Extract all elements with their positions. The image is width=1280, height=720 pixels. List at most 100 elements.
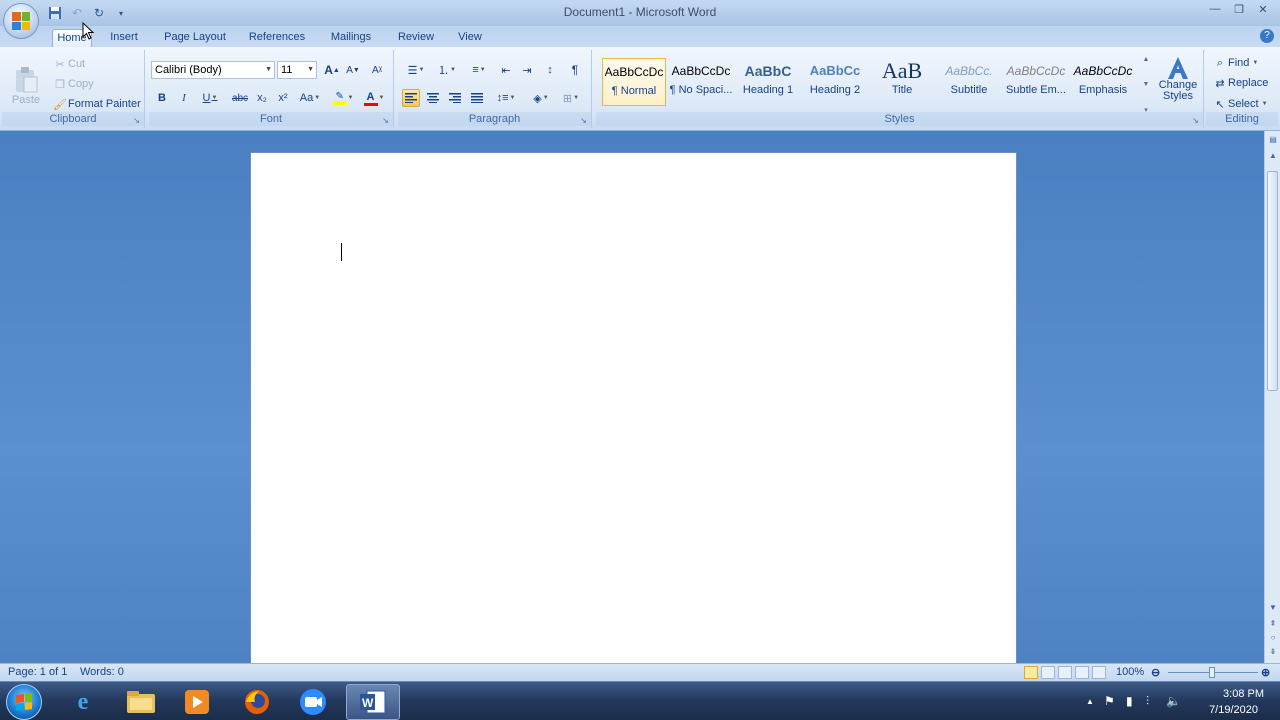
media-player-icon[interactable] xyxy=(170,684,224,720)
scroll-down-icon[interactable]: ▼ xyxy=(1143,81,1150,88)
find-button[interactable]: ⌕ Find ▼ xyxy=(1212,55,1258,71)
font-launcher-icon[interactable]: ↘ xyxy=(381,116,390,125)
styles-launcher-icon[interactable]: ↘ xyxy=(1191,116,1200,125)
font-color-button[interactable]: A ▼ xyxy=(360,89,388,107)
italic-button[interactable]: I xyxy=(175,89,193,107)
highlight-button[interactable]: ✎ ▼ xyxy=(329,89,357,107)
tab-view[interactable]: View xyxy=(452,29,488,47)
tab-review[interactable]: Review xyxy=(394,29,438,47)
align-right-button[interactable] xyxy=(446,89,464,107)
shading-button[interactable]: ◈ ▼ xyxy=(528,89,554,107)
minimize-button[interactable]: — xyxy=(1204,1,1226,17)
file-explorer-icon[interactable] xyxy=(114,684,168,720)
tab-mailings[interactable]: Mailings xyxy=(325,29,377,47)
select-browse-object-icon[interactable]: ○ xyxy=(1266,631,1280,645)
sort-button[interactable]: ↕ xyxy=(541,61,559,79)
line-spacing-button[interactable]: ↕≡ ▼ xyxy=(493,89,519,107)
page-count[interactable]: Page: 1 of 1 xyxy=(8,666,67,678)
scroll-up-icon[interactable]: ▲ xyxy=(1143,56,1150,63)
zoom-icon[interactable] xyxy=(286,684,340,720)
draft-view-icon[interactable] xyxy=(1092,666,1106,679)
document-page[interactable] xyxy=(250,152,1017,663)
zoom-out-icon[interactable]: ⊖ xyxy=(1151,666,1160,679)
show-hide-button[interactable]: ¶ xyxy=(566,61,584,79)
show-hidden-icons-icon[interactable]: ▲ xyxy=(1086,697,1094,706)
scroll-up-icon[interactable]: ▲ xyxy=(1266,149,1280,163)
change-styles-button[interactable]: Change Styles xyxy=(1156,56,1200,102)
bold-button[interactable]: B xyxy=(153,89,171,107)
multilevel-list-button[interactable]: ≡ ▼ xyxy=(465,61,493,79)
strikethrough-button[interactable]: abc xyxy=(229,89,251,107)
maximize-button[interactable]: ❐ xyxy=(1228,1,1250,17)
next-page-icon[interactable]: ⇟ xyxy=(1266,645,1280,659)
clear-formatting-button[interactable]: Aᵡ xyxy=(368,61,386,79)
numbering-button[interactable]: ⒈ ▼ xyxy=(433,61,461,79)
borders-icon: ⊞ xyxy=(562,92,573,105)
increase-indent-button[interactable]: ⇥ xyxy=(518,61,536,79)
font-family-select[interactable]: Calibri (Body) ▼ xyxy=(151,61,275,79)
cut-button[interactable]: ✂ Cut xyxy=(52,56,85,72)
scroll-thumb[interactable] xyxy=(1267,171,1278,391)
style-subtle-emphasis[interactable]: AaBbCcDc Subtle Em... xyxy=(1004,58,1068,106)
full-screen-reading-view-icon[interactable] xyxy=(1041,666,1055,679)
battery-icon[interactable]: ▮ xyxy=(1126,694,1133,708)
justify-button[interactable] xyxy=(468,89,486,107)
shrink-font-button[interactable]: A ▼ xyxy=(344,61,362,79)
copy-button[interactable]: ❐ Copy xyxy=(52,76,94,92)
numbering-icon: ⒈ xyxy=(438,65,450,77)
tab-references[interactable]: References xyxy=(245,29,309,47)
bullets-button[interactable]: ☰ ▼ xyxy=(402,61,430,79)
start-button[interactable] xyxy=(6,684,42,720)
style-heading-1[interactable]: AaBbC Heading 1 xyxy=(736,58,800,106)
borders-button[interactable]: ⊞ ▼ xyxy=(558,89,584,107)
zoom-slider-handle[interactable] xyxy=(1209,667,1215,678)
print-layout-view-icon[interactable] xyxy=(1024,666,1038,679)
align-center-button[interactable] xyxy=(424,89,442,107)
previous-page-icon[interactable]: ⇞ xyxy=(1266,617,1280,631)
zoom-level[interactable]: 100% xyxy=(1116,666,1144,678)
style-sample: AaB xyxy=(881,58,923,83)
style-title[interactable]: AaB Title xyxy=(870,58,934,106)
subscript-button[interactable]: x₂ xyxy=(253,89,271,107)
network-icon[interactable]: ⫶ xyxy=(1146,694,1149,709)
close-button[interactable]: ✕ xyxy=(1252,1,1274,17)
help-icon[interactable]: ? xyxy=(1260,29,1274,43)
office-button[interactable] xyxy=(3,3,39,39)
clipboard-launcher-icon[interactable]: ↘ xyxy=(132,116,141,125)
style-emphasis[interactable]: AaBbCcDc Emphasis xyxy=(1071,58,1135,106)
replace-button[interactable]: ⇄ Replace xyxy=(1212,75,1268,91)
outline-view-icon[interactable] xyxy=(1075,666,1089,679)
paragraph-launcher-icon[interactable]: ↘ xyxy=(579,116,588,125)
tab-page-layout[interactable]: Page Layout xyxy=(160,29,230,47)
style-normal[interactable]: AaBbCcDc ¶ Normal xyxy=(602,58,666,106)
clock-time[interactable]: 3:08 PM xyxy=(1223,688,1264,700)
underline-button[interactable]: U ▼ xyxy=(197,89,223,107)
firefox-icon[interactable] xyxy=(230,684,284,720)
styles-gallery-scroll[interactable]: ▲ ▼ ▾ xyxy=(1140,56,1152,114)
select-button[interactable]: ↖ Select ▼ xyxy=(1212,96,1267,112)
font-size-select[interactable]: 11 ▼ xyxy=(277,61,317,79)
style-subtitle[interactable]: AaBbCc. Subtitle xyxy=(937,58,1001,106)
grow-font-button[interactable]: A ▲ xyxy=(323,61,341,79)
clock-date[interactable]: 7/19/2020 xyxy=(1209,704,1258,716)
volume-icon[interactable]: 🔈 xyxy=(1166,694,1181,708)
internet-explorer-icon[interactable]: e xyxy=(56,684,110,720)
action-center-icon[interactable]: ⚑ xyxy=(1104,694,1115,708)
scroll-down-icon[interactable]: ▼ xyxy=(1266,601,1280,615)
align-left-button[interactable] xyxy=(402,89,420,107)
change-case-button[interactable]: Aa ▼ xyxy=(297,89,323,107)
web-layout-view-icon[interactable] xyxy=(1058,666,1072,679)
style-heading-2[interactable]: AaBbCc Heading 2 xyxy=(803,58,867,106)
superscript-button[interactable]: x² xyxy=(274,89,292,107)
style-no-spacing[interactable]: AaBbCcDc ¶ No Spaci... xyxy=(669,58,733,106)
tab-insert[interactable]: Insert xyxy=(104,29,144,47)
decrease-indent-button[interactable]: ⇤ xyxy=(497,61,515,79)
vertical-scrollbar[interactable]: ▤ ▲ ▼ ⇞ ○ ⇟ xyxy=(1264,131,1280,663)
format-painter-button[interactable]: 🖌 Format Painter xyxy=(52,96,141,112)
zoom-in-icon[interactable]: ⊕ xyxy=(1261,666,1270,679)
word-count[interactable]: Words: 0 xyxy=(80,666,124,678)
microsoft-word-icon[interactable]: W xyxy=(346,684,400,720)
paste-button[interactable]: Paste xyxy=(8,56,44,106)
ruler-toggle-icon[interactable]: ▤ xyxy=(1266,133,1280,147)
multilevel-list-icon: ≡ xyxy=(472,64,479,76)
